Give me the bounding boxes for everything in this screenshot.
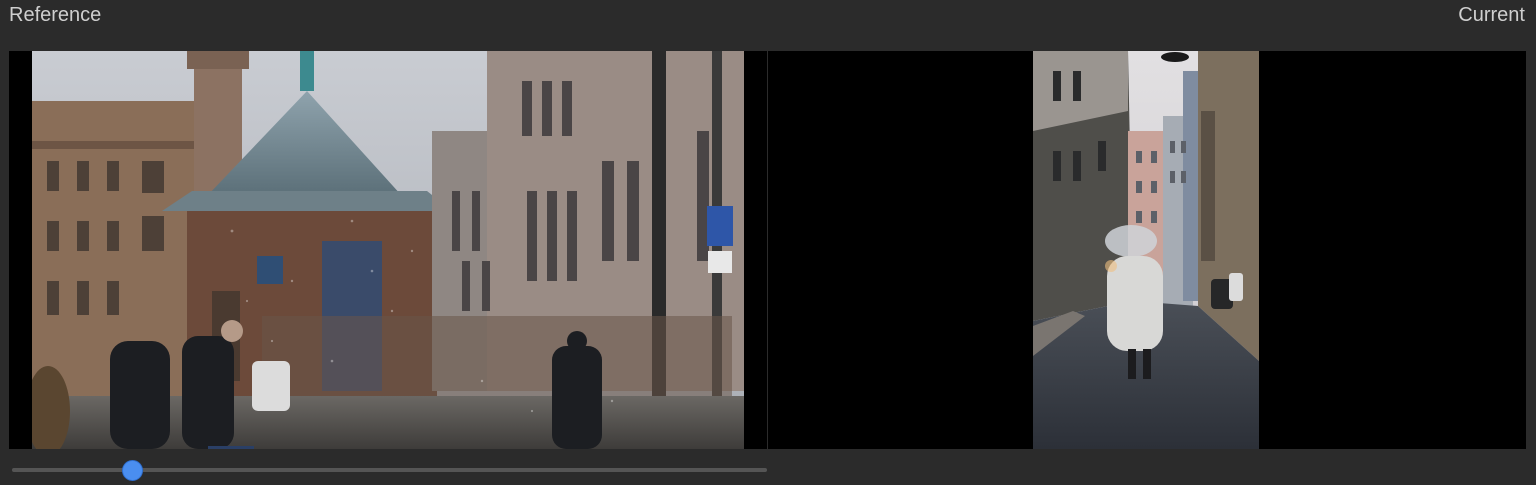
comparison-header: Reference Current xyxy=(0,0,1536,50)
current-image xyxy=(1033,51,1259,449)
current-viewer[interactable] xyxy=(768,51,1526,449)
reference-label: Reference xyxy=(9,4,102,26)
reference-viewer[interactable] xyxy=(9,51,767,449)
scrubber-handle[interactable] xyxy=(122,460,144,481)
comparison-panel: Reference Current xyxy=(0,0,1536,485)
reference-image xyxy=(32,51,744,449)
current-label: Current xyxy=(1458,4,1525,26)
